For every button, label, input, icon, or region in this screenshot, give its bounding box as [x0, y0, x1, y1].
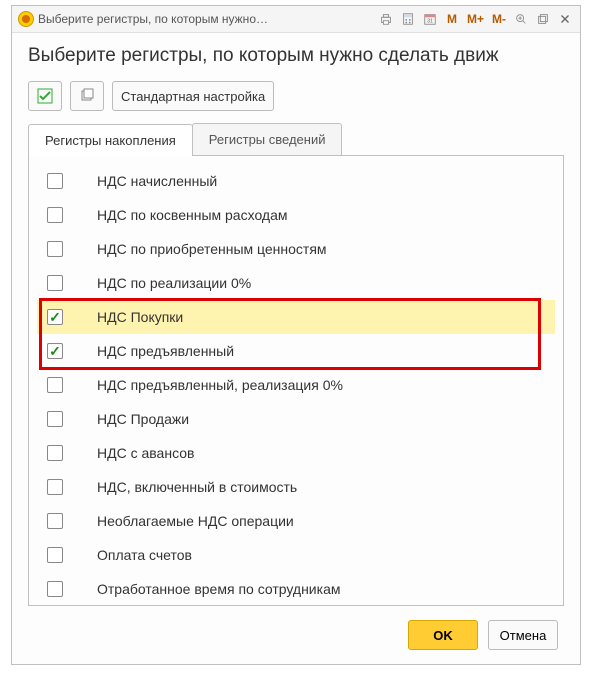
list-item-label: НДС предъявленный	[97, 343, 234, 359]
list-item-label: НДС начисленный	[97, 173, 217, 189]
tabs: Регистры накопления Регистры сведений	[28, 123, 564, 156]
cancel-label: Отмена	[500, 628, 547, 643]
titlebar: Выберите регистры, по которым нужно с… 3…	[12, 6, 580, 33]
list-item[interactable]: НДС, включенный в стоимость	[37, 470, 555, 504]
checkbox[interactable]	[47, 547, 63, 563]
list-item[interactable]: НДС Покупки	[37, 300, 555, 334]
app-logo-icon	[18, 11, 34, 27]
checkbox[interactable]	[47, 173, 63, 189]
window-title: Выберите регистры, по которым нужно с…	[38, 12, 268, 26]
memory-mminus-button[interactable]: M-	[490, 10, 508, 28]
list-item-label: НДС предъявленный, реализация 0%	[97, 377, 343, 393]
list-item-label: НДС по приобретенным ценностям	[97, 241, 327, 257]
checkbox[interactable]	[47, 581, 63, 597]
uncheck-all-button[interactable]	[70, 81, 104, 111]
checkbox[interactable]	[47, 275, 63, 291]
window-restore-icon[interactable]	[534, 10, 552, 28]
calculator-icon[interactable]	[399, 10, 417, 28]
list-item[interactable]: НДС с авансов	[37, 436, 555, 470]
list-item[interactable]: НДС по приобретенным ценностям	[37, 232, 555, 266]
tab-accumulation-registers[interactable]: Регистры накопления	[28, 124, 193, 156]
checkbox[interactable]	[47, 513, 63, 529]
list-item-label: НДС с авансов	[97, 445, 194, 461]
list-item[interactable]: Необлагаемые НДС операции	[37, 504, 555, 538]
memory-mplus-button[interactable]: M+	[465, 10, 486, 28]
memory-m-button[interactable]: M	[443, 10, 461, 28]
print-icon[interactable]	[377, 10, 395, 28]
content-area: Выберите регистры, по которым нужно сдел…	[12, 33, 580, 606]
tab-label: Регистры сведений	[209, 132, 326, 147]
checkbox[interactable]	[47, 343, 63, 359]
ok-button[interactable]: OK	[408, 620, 478, 650]
checkbox[interactable]	[47, 445, 63, 461]
list-item-label: Оплата счетов	[97, 547, 192, 563]
page-title: Выберите регистры, по которым нужно сдел…	[28, 45, 564, 67]
list-item[interactable]: НДС начисленный	[37, 164, 555, 198]
list-item[interactable]: НДС Продажи	[37, 402, 555, 436]
list-item[interactable]: Отработанное время по сотрудникам	[37, 572, 555, 597]
list-item[interactable]: Оплата счетов	[37, 538, 555, 572]
checkbox[interactable]	[47, 207, 63, 223]
list-item-label: Отработанное время по сотрудникам	[97, 581, 340, 597]
tab-label: Регистры накопления	[45, 133, 176, 148]
cancel-button[interactable]: Отмена	[488, 620, 558, 650]
list-item-label: НДС по реализации 0%	[97, 275, 251, 291]
ok-label: OK	[433, 628, 453, 643]
zoom-in-icon[interactable]	[512, 10, 530, 28]
checkbox[interactable]	[47, 309, 63, 325]
register-list[interactable]: НДС начисленный НДС по косвенным расходам…	[37, 164, 555, 597]
checkbox[interactable]	[47, 377, 63, 393]
list-item-label: НДС Покупки	[97, 309, 183, 325]
close-icon[interactable]	[556, 10, 574, 28]
list-item[interactable]: НДС по реализации 0%	[37, 266, 555, 300]
list-item-label: НДС по косвенным расходам	[97, 207, 288, 223]
checkbox[interactable]	[47, 479, 63, 495]
dialog-window: Выберите регистры, по которым нужно с… 3…	[11, 5, 581, 665]
checkbox[interactable]	[47, 411, 63, 427]
calendar-icon[interactable]: 31	[421, 10, 439, 28]
list-item[interactable]: НДС предъявленный	[37, 334, 555, 368]
standard-settings-label: Стандартная настройка	[121, 89, 265, 104]
checkbox[interactable]	[47, 241, 63, 257]
list-item-label: НДС, включенный в стоимость	[97, 479, 297, 495]
standard-settings-button[interactable]: Стандартная настройка	[112, 81, 274, 111]
footer: OK Отмена	[12, 606, 580, 664]
toolbar: Стандартная настройка	[28, 81, 564, 111]
check-all-button[interactable]	[28, 81, 62, 111]
list-item[interactable]: НДС по косвенным расходам	[37, 198, 555, 232]
list-item[interactable]: НДС предъявленный, реализация 0%	[37, 368, 555, 402]
list-item-label: НДС Продажи	[97, 411, 189, 427]
list-item-label: Необлагаемые НДС операции	[97, 513, 294, 529]
svg-text:31: 31	[427, 19, 433, 25]
tab-information-registers[interactable]: Регистры сведений	[192, 123, 343, 155]
list-container: НДС начисленный НДС по косвенным расходам…	[28, 156, 564, 606]
